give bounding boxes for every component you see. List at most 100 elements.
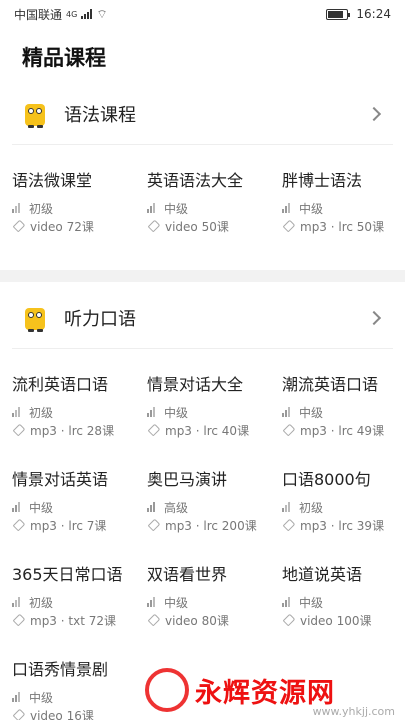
course-format: video 80课 [165,613,229,628]
course-level-row: 初级 [12,593,147,611]
course-grid: 语法微课堂 初级 video 72课 英语语法大全 中级 video 50课 胖… [0,145,405,240]
course-level: 初级 [29,595,54,610]
course-level-row: 中级 [282,199,405,217]
course-level-row: 初级 [282,498,405,516]
course-card[interactable]: 语法微课堂 初级 video 72课 [12,145,147,240]
section-listening: 听力口语 流利英语口语 初级 mp3 · lrc 28课 情景对话大全 中级 m… [0,288,405,720]
section-header-grammar[interactable]: 语法课程 [0,84,405,144]
signal-bars-icon [282,407,294,417]
course-format-row: mp3 · lrc 39课 [282,516,405,534]
course-level: 初级 [29,201,54,216]
course-name: 潮流英语口语 [282,375,379,394]
course-name: 口语8000句 [282,470,371,489]
section-grammar: 语法课程 语法微课堂 初级 video 72课 英语语法大全 中级 video … [0,84,405,240]
course-format-row: mp3 · lrc 40课 [147,421,282,439]
tag-icon [147,518,161,532]
battery-icon [326,8,351,20]
signal-bars-icon [147,502,159,512]
course-format-row: mp3 · lrc 28课 [12,421,147,439]
course-card[interactable]: 情景对话大全 中级 mp3 · lrc 40课 [147,349,282,444]
watermark-text: 永辉资源网 [195,677,335,709]
course-card[interactable]: 胖博士语法 中级 mp3 · lrc 50课 [282,145,405,240]
section-separator [0,270,405,282]
signal-bars-icon [282,203,294,213]
signal-bars-icon [147,597,159,607]
signal-bars-icon [147,407,159,417]
status-right: 16:24 [326,7,391,21]
section-header-listening[interactable]: 听力口语 [0,288,405,348]
course-format: mp3 · lrc 40课 [165,423,250,438]
tag-icon [282,219,296,233]
signal-bars-icon [12,692,24,702]
course-name: 情景对话大全 [147,375,244,394]
course-level-row: 中级 [12,688,147,706]
course-level: 中级 [29,500,54,515]
course-name: 流利英语口语 [12,375,109,394]
tag-icon [282,518,296,532]
course-card[interactable]: 潮流英语口语 中级 mp3 · lrc 49课 [282,349,405,444]
course-name: 奥巴马演讲 [147,470,228,489]
page-title: 精品课程 [22,46,106,70]
course-format: mp3 · lrc 50课 [300,219,385,234]
signal-bars-icon [12,597,24,607]
course-level-row: 中级 [12,498,147,516]
course-card[interactable]: 英语语法大全 中级 video 50课 [147,145,282,240]
course-card[interactable]: 情景对话英语 中级 mp3 · lrc 7课 [12,444,147,539]
watermark: 永辉资源网 www.yhkjj.com [145,660,405,720]
signal-bars-icon [147,203,159,213]
tag-icon [147,423,161,437]
course-level-row: 中级 [282,403,405,421]
chevron-right-icon[interactable] [366,310,382,326]
course-level-row: 初级 [12,199,147,217]
tag-icon [12,708,26,720]
tag-icon [147,613,161,627]
course-card[interactable]: 365天日常口语 初级 mp3 · txt 72课 [12,539,147,634]
tag-icon [282,613,296,627]
course-level: 中级 [164,405,189,420]
signal-bars-icon [282,502,294,512]
course-format: video 72课 [30,219,94,234]
section-title: 语法课程 [64,105,136,126]
course-name: 口语秀情景剧 [12,660,109,679]
course-format-row: video 80课 [147,611,282,629]
course-level: 高级 [164,500,189,515]
course-card[interactable]: 口语秀情景剧 中级 video 16课 [12,634,147,720]
course-format-row: mp3 · txt 72课 [12,611,147,629]
course-level: 中级 [164,201,189,216]
course-format: mp3 · lrc 200课 [165,518,257,533]
carrier-label: 中国联通 [14,7,63,22]
course-name: 情景对话英语 [12,470,109,489]
course-card[interactable]: 奥巴马演讲 高级 mp3 · lrc 200课 [147,444,282,539]
course-format-row: video 72课 [12,217,147,235]
section-title: 听力口语 [64,309,136,330]
course-format: mp3 · txt 72课 [30,613,116,628]
course-format: video 16课 [30,708,94,720]
course-format: mp3 · lrc 28课 [30,423,115,438]
course-name: 胖博士语法 [282,171,363,190]
course-format: video 100课 [300,613,372,628]
course-card[interactable]: 口语8000句 初级 mp3 · lrc 39课 [282,444,405,539]
course-level-row: 中级 [147,403,282,421]
course-format-row: video 50课 [147,217,282,235]
course-name: 语法微课堂 [12,171,93,190]
course-card[interactable]: 双语看世界 中级 video 80课 [147,539,282,634]
course-level-row: 高级 [147,498,282,516]
mascot-icon [22,304,48,332]
chevron-right-icon[interactable] [366,106,382,122]
signal-bars-icon [12,203,24,213]
course-format-row: mp3 · lrc 50课 [282,217,405,235]
wifi-icon: ⌔ [96,6,108,21]
course-name: 双语看世界 [147,565,228,584]
course-level-row: 中级 [282,593,405,611]
course-level: 中级 [29,690,54,705]
course-level: 初级 [299,500,324,515]
course-format-row: mp3 · lrc 49课 [282,421,405,439]
course-level: 中级 [299,405,324,420]
course-level-row: 初级 [12,403,147,421]
course-format-row: mp3 · lrc 200课 [147,516,282,534]
course-level-row: 中级 [147,199,282,217]
course-card[interactable]: 地道说英语 中级 video 100课 [282,539,405,634]
tag-icon [12,423,26,437]
course-card[interactable]: 流利英语口语 初级 mp3 · lrc 28课 [12,349,147,444]
course-level-row: 中级 [147,593,282,611]
